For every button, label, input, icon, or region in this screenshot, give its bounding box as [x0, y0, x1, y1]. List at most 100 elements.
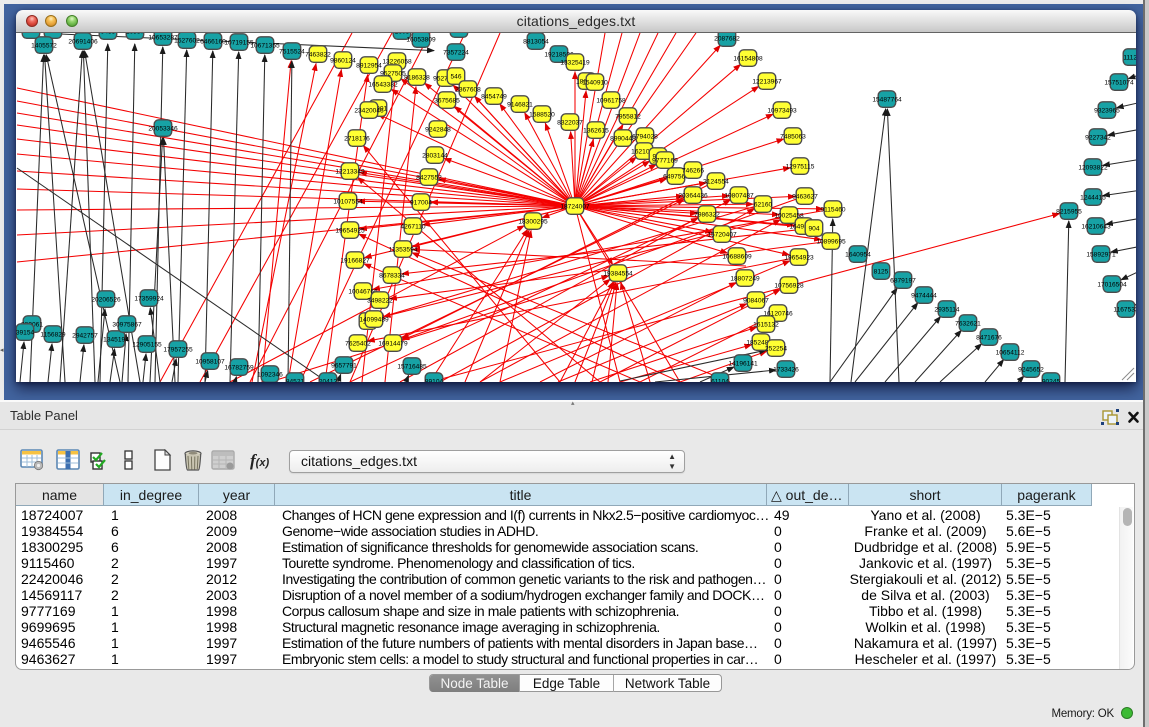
svg-text:15751074: 15751074: [1104, 79, 1134, 86]
svg-text:17359924: 17359924: [134, 295, 164, 302]
svg-text:7632621: 7632621: [955, 320, 981, 327]
svg-text:84521: 84521: [286, 378, 305, 382]
svg-text:1405572: 1405572: [31, 42, 57, 49]
svg-text:90245: 90245: [1042, 378, 1061, 382]
svg-text:3124554: 3124554: [703, 178, 729, 185]
svg-text:12213967: 12213967: [752, 78, 782, 85]
svg-text:6466160: 6466160: [200, 38, 226, 45]
svg-text:19654923: 19654923: [784, 254, 814, 261]
svg-text:15720407: 15720407: [707, 231, 737, 238]
svg-text:16154808: 16154808: [733, 55, 763, 62]
svg-text:1167533: 1167533: [1113, 306, 1136, 313]
svg-text:9435: 9435: [101, 33, 116, 35]
svg-text:15716485: 15716485: [397, 363, 427, 370]
svg-text:16914479: 16914479: [378, 340, 408, 347]
svg-text:10654112: 10654112: [996, 349, 1025, 356]
svg-text:9242848: 9242848: [425, 126, 451, 133]
svg-text:18807249: 18807249: [730, 275, 760, 282]
svg-text:9227342: 9227342: [1085, 134, 1111, 141]
svg-text:23420046: 23420046: [354, 107, 384, 114]
svg-text:7955812: 7955812: [615, 113, 641, 120]
svg-text:7986322: 7986322: [694, 211, 720, 218]
svg-text:1640954: 1640954: [845, 251, 871, 258]
svg-text:1092346: 1092346: [257, 371, 283, 378]
svg-text:2367608: 2367608: [455, 86, 481, 93]
svg-text:746266: 746266: [682, 167, 704, 174]
svg-text:2935114: 2935114: [934, 306, 960, 313]
svg-text:9463627: 9463627: [792, 193, 818, 200]
svg-text:20053346: 20053346: [148, 125, 178, 132]
svg-text:9323965: 9323965: [1094, 107, 1120, 114]
svg-text:1156829: 1156829: [40, 331, 66, 338]
svg-text:14196141: 14196141: [728, 360, 758, 367]
svg-text:4267110: 4267110: [400, 223, 426, 230]
svg-text:7357224: 7357224: [443, 49, 469, 56]
svg-text:16387: 16387: [126, 33, 145, 35]
svg-text:8322037: 8322037: [557, 119, 583, 126]
svg-text:10671355: 10671355: [250, 42, 280, 49]
svg-text:2087682: 2087682: [714, 35, 740, 42]
svg-text:19654925: 19654925: [335, 227, 365, 234]
svg-text:9115460: 9115460: [820, 206, 846, 213]
svg-text:1540910: 1540910: [582, 79, 608, 86]
svg-text:8454749: 8454749: [481, 93, 507, 100]
svg-text:17957255: 17957255: [163, 346, 193, 353]
svg-text:7485063: 7485063: [780, 133, 806, 140]
svg-text:1733426: 1733426: [773, 366, 799, 373]
svg-text:1345194: 1345194: [103, 336, 129, 343]
svg-text:10899695: 10899695: [816, 238, 846, 245]
svg-text:10807487: 10807487: [724, 192, 754, 199]
svg-text:2718176: 2718176: [344, 135, 370, 142]
svg-text:546: 546: [450, 73, 461, 80]
svg-text:8678334: 8678334: [379, 272, 405, 279]
svg-text:1244415: 1244415: [1080, 194, 1106, 201]
svg-text:8813054: 8813054: [523, 38, 549, 45]
svg-text:917004: 917004: [410, 199, 432, 206]
svg-text:8125: 8125: [874, 268, 889, 275]
svg-text:20412: 20412: [319, 378, 338, 382]
svg-text:20206526: 20206526: [91, 296, 121, 303]
svg-text:12975115: 12975115: [786, 163, 815, 170]
svg-text:904: 904: [808, 225, 819, 232]
svg-text:9146821: 9146821: [507, 101, 533, 108]
svg-text:8215955: 8215955: [1056, 208, 1082, 215]
svg-text:12213349: 12213349: [335, 168, 365, 175]
svg-text:7463822: 7463822: [305, 51, 331, 58]
svg-text:17016504: 17016504: [1097, 281, 1127, 288]
svg-text:18724007: 18724007: [560, 203, 590, 210]
svg-text:8471676: 8471676: [976, 334, 1002, 341]
svg-text:14099489: 14099489: [359, 316, 389, 323]
svg-text:2942757: 2942757: [72, 332, 98, 339]
svg-text:7625402: 7625402: [345, 340, 371, 347]
svg-text:30975867: 30975867: [112, 321, 142, 328]
svg-text:12093822: 12093822: [1078, 164, 1108, 171]
svg-text:10958107: 10958107: [195, 358, 225, 365]
svg-text:9084067: 9084067: [743, 297, 769, 304]
svg-text:10756928: 10756928: [774, 282, 804, 289]
svg-text:10107554: 10107554: [333, 198, 363, 205]
svg-text:6879197: 6879197: [890, 277, 916, 284]
svg-text:1615132: 1615132: [753, 321, 779, 328]
svg-text:9657791: 9657791: [331, 362, 357, 369]
svg-text:16543382: 16543382: [368, 81, 398, 88]
svg-text:16053809: 16053809: [406, 36, 436, 43]
svg-text:2803144: 2803144: [422, 152, 448, 159]
svg-text:15892971: 15892971: [1086, 251, 1116, 258]
svg-text:19166827: 19166827: [340, 257, 370, 264]
svg-text:13325419: 13325419: [560, 59, 590, 66]
svg-text:18300295: 18300295: [518, 218, 548, 225]
svg-text:8186328: 8186328: [404, 74, 430, 81]
svg-text:8912954: 8912954: [356, 62, 382, 69]
svg-text:61104: 61104: [711, 378, 729, 382]
svg-text:10973493: 10973493: [767, 107, 797, 114]
svg-text:9474444: 9474444: [911, 292, 937, 299]
svg-text:7515524: 7515524: [279, 48, 305, 55]
svg-text:10961758: 10961758: [596, 97, 626, 104]
svg-text:9245652: 9245652: [1018, 366, 1044, 373]
svg-text:1588520: 1588520: [529, 111, 555, 118]
svg-text:252254: 252254: [765, 345, 787, 352]
svg-text:12905155: 12905155: [132, 341, 162, 348]
svg-text:1362615: 1362615: [583, 127, 609, 134]
svg-text:8427552: 8427552: [416, 174, 442, 181]
svg-text:11353594: 11353594: [389, 246, 418, 253]
